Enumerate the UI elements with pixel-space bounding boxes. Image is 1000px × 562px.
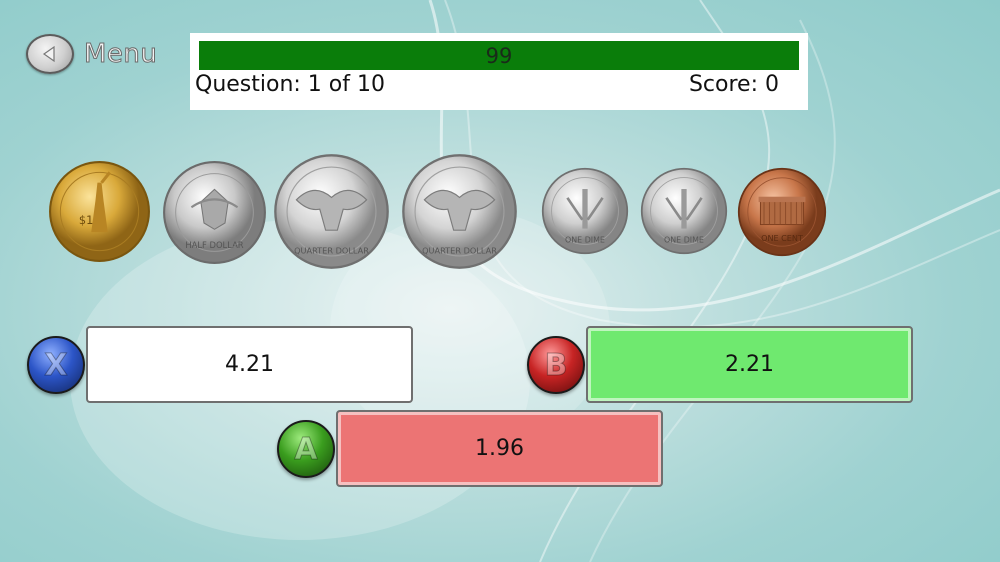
- svg-text:QUARTER DOLLAR: QUARTER DOLLAR: [294, 246, 369, 256]
- svg-text:ONE CENT: ONE CENT: [761, 233, 803, 243]
- question-counter: Question: 1 of 10: [195, 72, 385, 97]
- half-dollar-coin: HALF DOLLAR: [162, 160, 267, 265]
- back-arrow-icon: [26, 34, 74, 74]
- answer-option-x[interactable]: 4.21: [86, 326, 413, 403]
- answer-option-a[interactable]: 1.96: [336, 410, 663, 487]
- status-panel: 99 Question: 1 of 10 Score: 0: [190, 33, 808, 110]
- penny-coin: ONE CENT: [737, 167, 827, 257]
- menu-label: Menu: [83, 39, 158, 70]
- svg-text:ONE DIME: ONE DIME: [664, 236, 704, 245]
- x-button-icon[interactable]: X: [27, 336, 85, 394]
- score-display: Score: 0: [688, 72, 779, 97]
- dollar-coin: $1: [48, 160, 151, 263]
- b-button-icon[interactable]: B: [527, 336, 585, 394]
- svg-text:QUARTER DOLLAR: QUARTER DOLLAR: [422, 246, 497, 256]
- a-button-icon[interactable]: A: [277, 420, 335, 478]
- svg-text:HALF DOLLAR: HALF DOLLAR: [185, 240, 243, 250]
- timer-bar: 99: [199, 41, 799, 70]
- svg-text:$1: $1: [79, 213, 93, 227]
- svg-text:ONE DIME: ONE DIME: [565, 236, 605, 245]
- dime-coin: ONE DIME: [640, 167, 728, 255]
- dime-coin: ONE DIME: [541, 167, 629, 255]
- answer-option-b[interactable]: 2.21: [586, 326, 913, 403]
- menu-button[interactable]: Menu: [26, 32, 157, 76]
- timer-value: 99: [485, 43, 513, 68]
- quarter-coin: QUARTER DOLLAR: [273, 153, 390, 270]
- quarter-coin: QUARTER DOLLAR: [401, 153, 518, 270]
